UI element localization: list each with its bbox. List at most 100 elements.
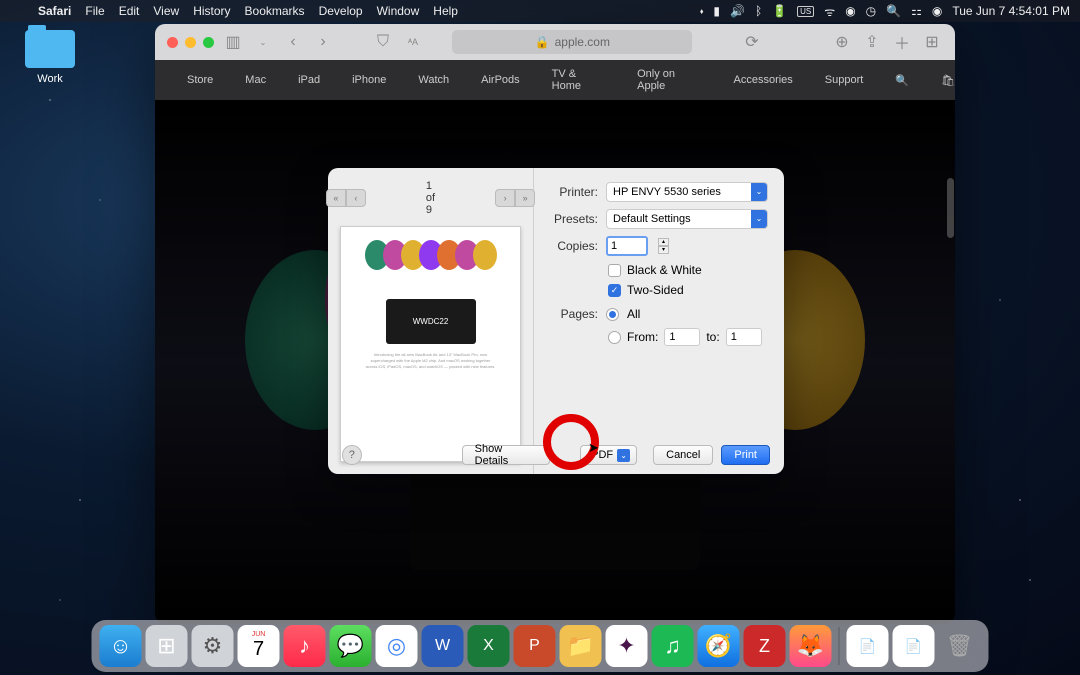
desktop-folder-work[interactable]: Work	[20, 30, 80, 85]
menu-edit[interactable]: Edit	[119, 4, 140, 18]
maximize-window-button[interactable]	[203, 37, 214, 48]
print-button[interactable]: Print	[721, 445, 770, 465]
copies-stepper[interactable]: ▴▾	[658, 238, 669, 254]
chevron-down-icon	[751, 183, 767, 201]
dock-launchpad[interactable]: ⊞	[146, 625, 188, 667]
dock-finder[interactable]: ☺	[100, 625, 142, 667]
phone-icon[interactable]: ▮	[713, 4, 720, 18]
downloads-icon[interactable]: ⊕	[831, 32, 853, 52]
shield-icon[interactable]: ⛉	[372, 32, 394, 52]
spotlight-icon[interactable]: 🔍	[886, 4, 901, 18]
dock-safari[interactable]: 🧭	[698, 625, 740, 667]
dock-zotero[interactable]: Z	[744, 625, 786, 667]
dock-document-1[interactable]: 📄	[847, 625, 889, 667]
user-icon[interactable]: ◉	[845, 4, 855, 18]
dock-folder[interactable]: 📁	[560, 625, 602, 667]
page-indicator: 1 of 9	[426, 180, 435, 216]
input-source-icon[interactable]: US	[797, 6, 814, 17]
reload-button[interactable]: ⟳	[741, 32, 763, 52]
menu-view[interactable]: View	[153, 4, 179, 18]
sidebar-chevron-icon[interactable]: ⌄	[252, 32, 274, 52]
siri-icon[interactable]: ◉	[932, 4, 942, 18]
printer-select[interactable]: HP ENVY 5530 series	[606, 182, 768, 202]
twosided-checkbox[interactable]	[608, 284, 621, 297]
dock-document-2[interactable]: 📄	[893, 625, 935, 667]
scrollbar[interactable]	[947, 178, 954, 238]
nav-bag-icon[interactable]: 🛍	[941, 74, 955, 87]
close-window-button[interactable]	[167, 37, 178, 48]
sidebar-toggle-icon[interactable]: ▥	[222, 32, 244, 52]
dock-powerpoint[interactable]: P	[514, 625, 556, 667]
dock-chrome[interactable]: ◎	[376, 625, 418, 667]
first-page-button[interactable]: «	[326, 189, 346, 207]
dock-slack[interactable]: ✦	[606, 625, 648, 667]
menu-file[interactable]: File	[85, 4, 104, 18]
menu-window[interactable]: Window	[377, 4, 420, 18]
text-size-icon[interactable]: ᴬA	[402, 32, 424, 52]
pdf-dropdown-button[interactable]: PDF ⌄	[580, 445, 637, 465]
to-label: to:	[706, 330, 719, 344]
nav-search-icon[interactable]: 🔍	[895, 74, 909, 87]
menu-develop[interactable]: Develop	[319, 4, 363, 18]
address-bar[interactable]: 🔒 apple.com	[452, 30, 692, 54]
nav-accessories[interactable]: Accessories	[734, 74, 793, 86]
from-input[interactable]	[664, 328, 700, 346]
prev-page-button[interactable]: ‹	[346, 189, 366, 207]
dock-spotify[interactable]: ♫	[652, 625, 694, 667]
pages-label: Pages:	[550, 307, 598, 321]
dialog-footer: ? Show Details PDF ⌄ Cancel Print	[328, 436, 784, 474]
next-page-button[interactable]: ›	[495, 189, 515, 207]
bw-checkbox[interactable]	[608, 264, 621, 277]
menu-bookmarks[interactable]: Bookmarks	[245, 4, 305, 18]
folder-icon	[25, 30, 75, 68]
dock-firefox[interactable]: 🦊	[790, 625, 832, 667]
chevron-down-icon	[751, 210, 767, 228]
control-center-icon[interactable]: ⚏	[911, 4, 922, 18]
dock-separator	[839, 627, 840, 665]
forward-button[interactable]: ›	[312, 32, 334, 52]
pages-all-radio[interactable]	[606, 308, 619, 321]
nav-iphone[interactable]: iPhone	[352, 74, 386, 86]
dock-messages[interactable]: 💬	[330, 625, 372, 667]
menu-help[interactable]: Help	[433, 4, 458, 18]
wifi-icon[interactable]: ᯤ	[824, 3, 835, 20]
cancel-button[interactable]: Cancel	[653, 445, 713, 465]
nav-store[interactable]: Store	[187, 74, 213, 86]
pages-range-radio[interactable]	[608, 331, 621, 344]
nav-watch[interactable]: Watch	[418, 74, 449, 86]
bluetooth-icon[interactable]: ᛒ	[755, 4, 762, 18]
dock-trash[interactable]: 🗑	[939, 625, 981, 667]
new-tab-button[interactable]: ＋	[891, 32, 913, 52]
nav-airpods[interactable]: AirPods	[481, 74, 520, 86]
dock-settings[interactable]: ⚙	[192, 625, 234, 667]
show-details-button[interactable]: Show Details	[462, 445, 551, 465]
copies-input[interactable]	[606, 236, 648, 256]
clock-icon[interactable]: ◷	[866, 4, 876, 18]
presets-select[interactable]: Default Settings	[606, 209, 768, 229]
presets-label: Presets:	[550, 212, 598, 226]
minimize-window-button[interactable]	[185, 37, 196, 48]
help-button[interactable]: ?	[342, 445, 362, 465]
dropbox-icon[interactable]: ⬪	[700, 4, 703, 19]
dock-excel[interactable]: X	[468, 625, 510, 667]
dock-word[interactable]: W	[422, 625, 464, 667]
dock: ☺ ⊞ ⚙ JUN7 ♪ 💬 ◎ W X P 📁 ✦ ♫ 🧭 Z 🦊 📄 📄 🗑	[92, 620, 989, 672]
menubar-clock[interactable]: Tue Jun 7 4:54:01 PM	[952, 4, 1070, 18]
dock-calendar[interactable]: JUN7	[238, 625, 280, 667]
app-name[interactable]: Safari	[38, 4, 71, 18]
to-input[interactable]	[726, 328, 762, 346]
menu-history[interactable]: History	[193, 4, 230, 18]
back-button[interactable]: ‹	[282, 32, 304, 52]
tabs-overview-icon[interactable]: ⊞	[921, 32, 943, 52]
nav-mac[interactable]: Mac	[245, 74, 266, 86]
nav-support[interactable]: Support	[825, 74, 864, 86]
volume-icon[interactable]: 🔊	[730, 4, 745, 18]
dock-music[interactable]: ♪	[284, 625, 326, 667]
nav-only[interactable]: Only on Apple	[637, 68, 701, 92]
nav-tvhome[interactable]: TV & Home	[552, 68, 605, 92]
last-page-button[interactable]: »	[515, 189, 535, 207]
battery-icon[interactable]: 🔋	[772, 4, 787, 18]
nav-ipad[interactable]: iPad	[298, 74, 320, 86]
share-icon[interactable]: ⇪	[861, 32, 883, 52]
apple-menu-icon[interactable]	[10, 4, 24, 18]
